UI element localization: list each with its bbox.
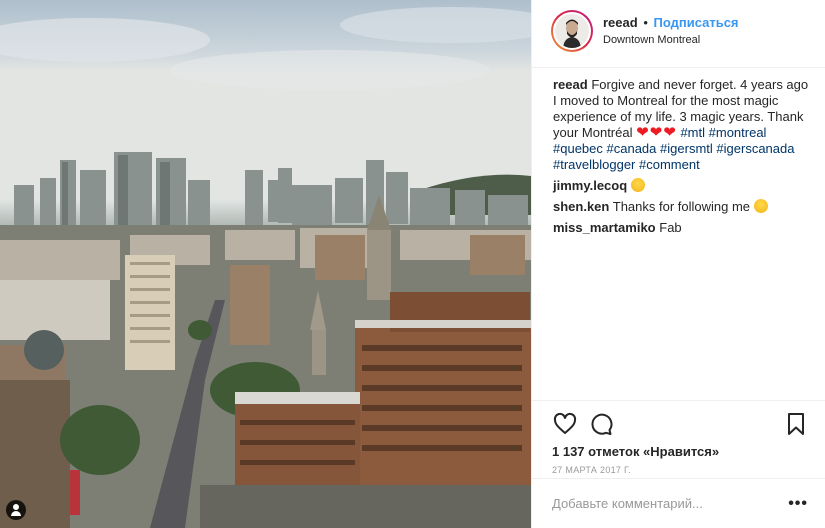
comment-text: Fab [659, 220, 682, 235]
likes-count[interactable]: 1 137 отметок «Нравится» [552, 444, 809, 459]
post-photo[interactable] [0, 0, 531, 528]
hashtag-link[interactable]: #travelblogger [553, 157, 635, 172]
hashtag-link[interactable]: #comment [639, 157, 700, 172]
header-separator: • [643, 15, 648, 30]
follow-button[interactable]: Подписаться [654, 15, 739, 30]
comment-username[interactable]: miss_martamiko [553, 220, 656, 235]
comments-section: reead Forgive and never forget. 4 years … [532, 67, 825, 236]
avatar-story-ring[interactable] [551, 10, 593, 52]
post-actions: 1 137 отметок «Нравится» 27 марта 2017 г… [532, 400, 825, 475]
avatar-photo-icon [555, 14, 589, 48]
caption: reead Forgive and never forget. 4 years … [553, 77, 813, 173]
post-side-panel: reead • Подписаться Downtown Montreal re… [531, 0, 825, 528]
avatar[interactable] [553, 12, 591, 50]
city-skyline-image [0, 0, 531, 528]
instagram-post: reead • Подписаться Downtown Montreal re… [0, 0, 825, 528]
post-header: reead • Подписаться Downtown Montreal [532, 0, 825, 62]
header-line: reead • Подписаться [603, 14, 739, 31]
heart-emojis: ❤❤❤ [636, 124, 677, 141]
heart-outline-icon[interactable] [552, 411, 578, 437]
post-date[interactable]: 27 марта 2017 г. [552, 465, 809, 475]
hashtag-link[interactable]: #montreal [709, 125, 767, 140]
location-link[interactable]: Downtown Montreal [603, 33, 739, 48]
add-comment-bar: ••• [532, 478, 825, 528]
comment-username[interactable]: shen.ken [553, 199, 609, 214]
hashtag-link[interactable]: #mtl [680, 125, 705, 140]
comment-input[interactable] [552, 496, 789, 511]
heart-eyes-emoji-icon [630, 178, 645, 192]
hashtag-link[interactable]: #igerscanada [716, 141, 794, 156]
wink-emoji-icon [753, 199, 768, 213]
speech-bubble-icon[interactable] [588, 411, 614, 437]
header-text: reead • Подписаться Downtown Montreal [603, 14, 739, 48]
hashtag-link[interactable]: #igersmtl [660, 141, 713, 156]
action-icons-row [552, 409, 809, 439]
comment-text: Thanks for following me [612, 199, 751, 214]
comment-item: miss_martamiko Fab [553, 220, 810, 236]
comment-item: shen.ken Thanks for following me [553, 199, 810, 215]
more-options-icon[interactable]: ••• [788, 495, 808, 513]
hashtag-link[interactable]: #quebec [553, 141, 603, 156]
user-tag-icon[interactable] [6, 500, 26, 520]
comment-item: jimmy.lecoq [553, 178, 810, 194]
post-author-username[interactable]: reead [603, 15, 638, 30]
caption-username[interactable]: reead [553, 77, 588, 92]
comment-username[interactable]: jimmy.lecoq [553, 178, 627, 193]
bookmark-icon[interactable] [783, 411, 809, 437]
hashtag-link[interactable]: #canada [607, 141, 657, 156]
